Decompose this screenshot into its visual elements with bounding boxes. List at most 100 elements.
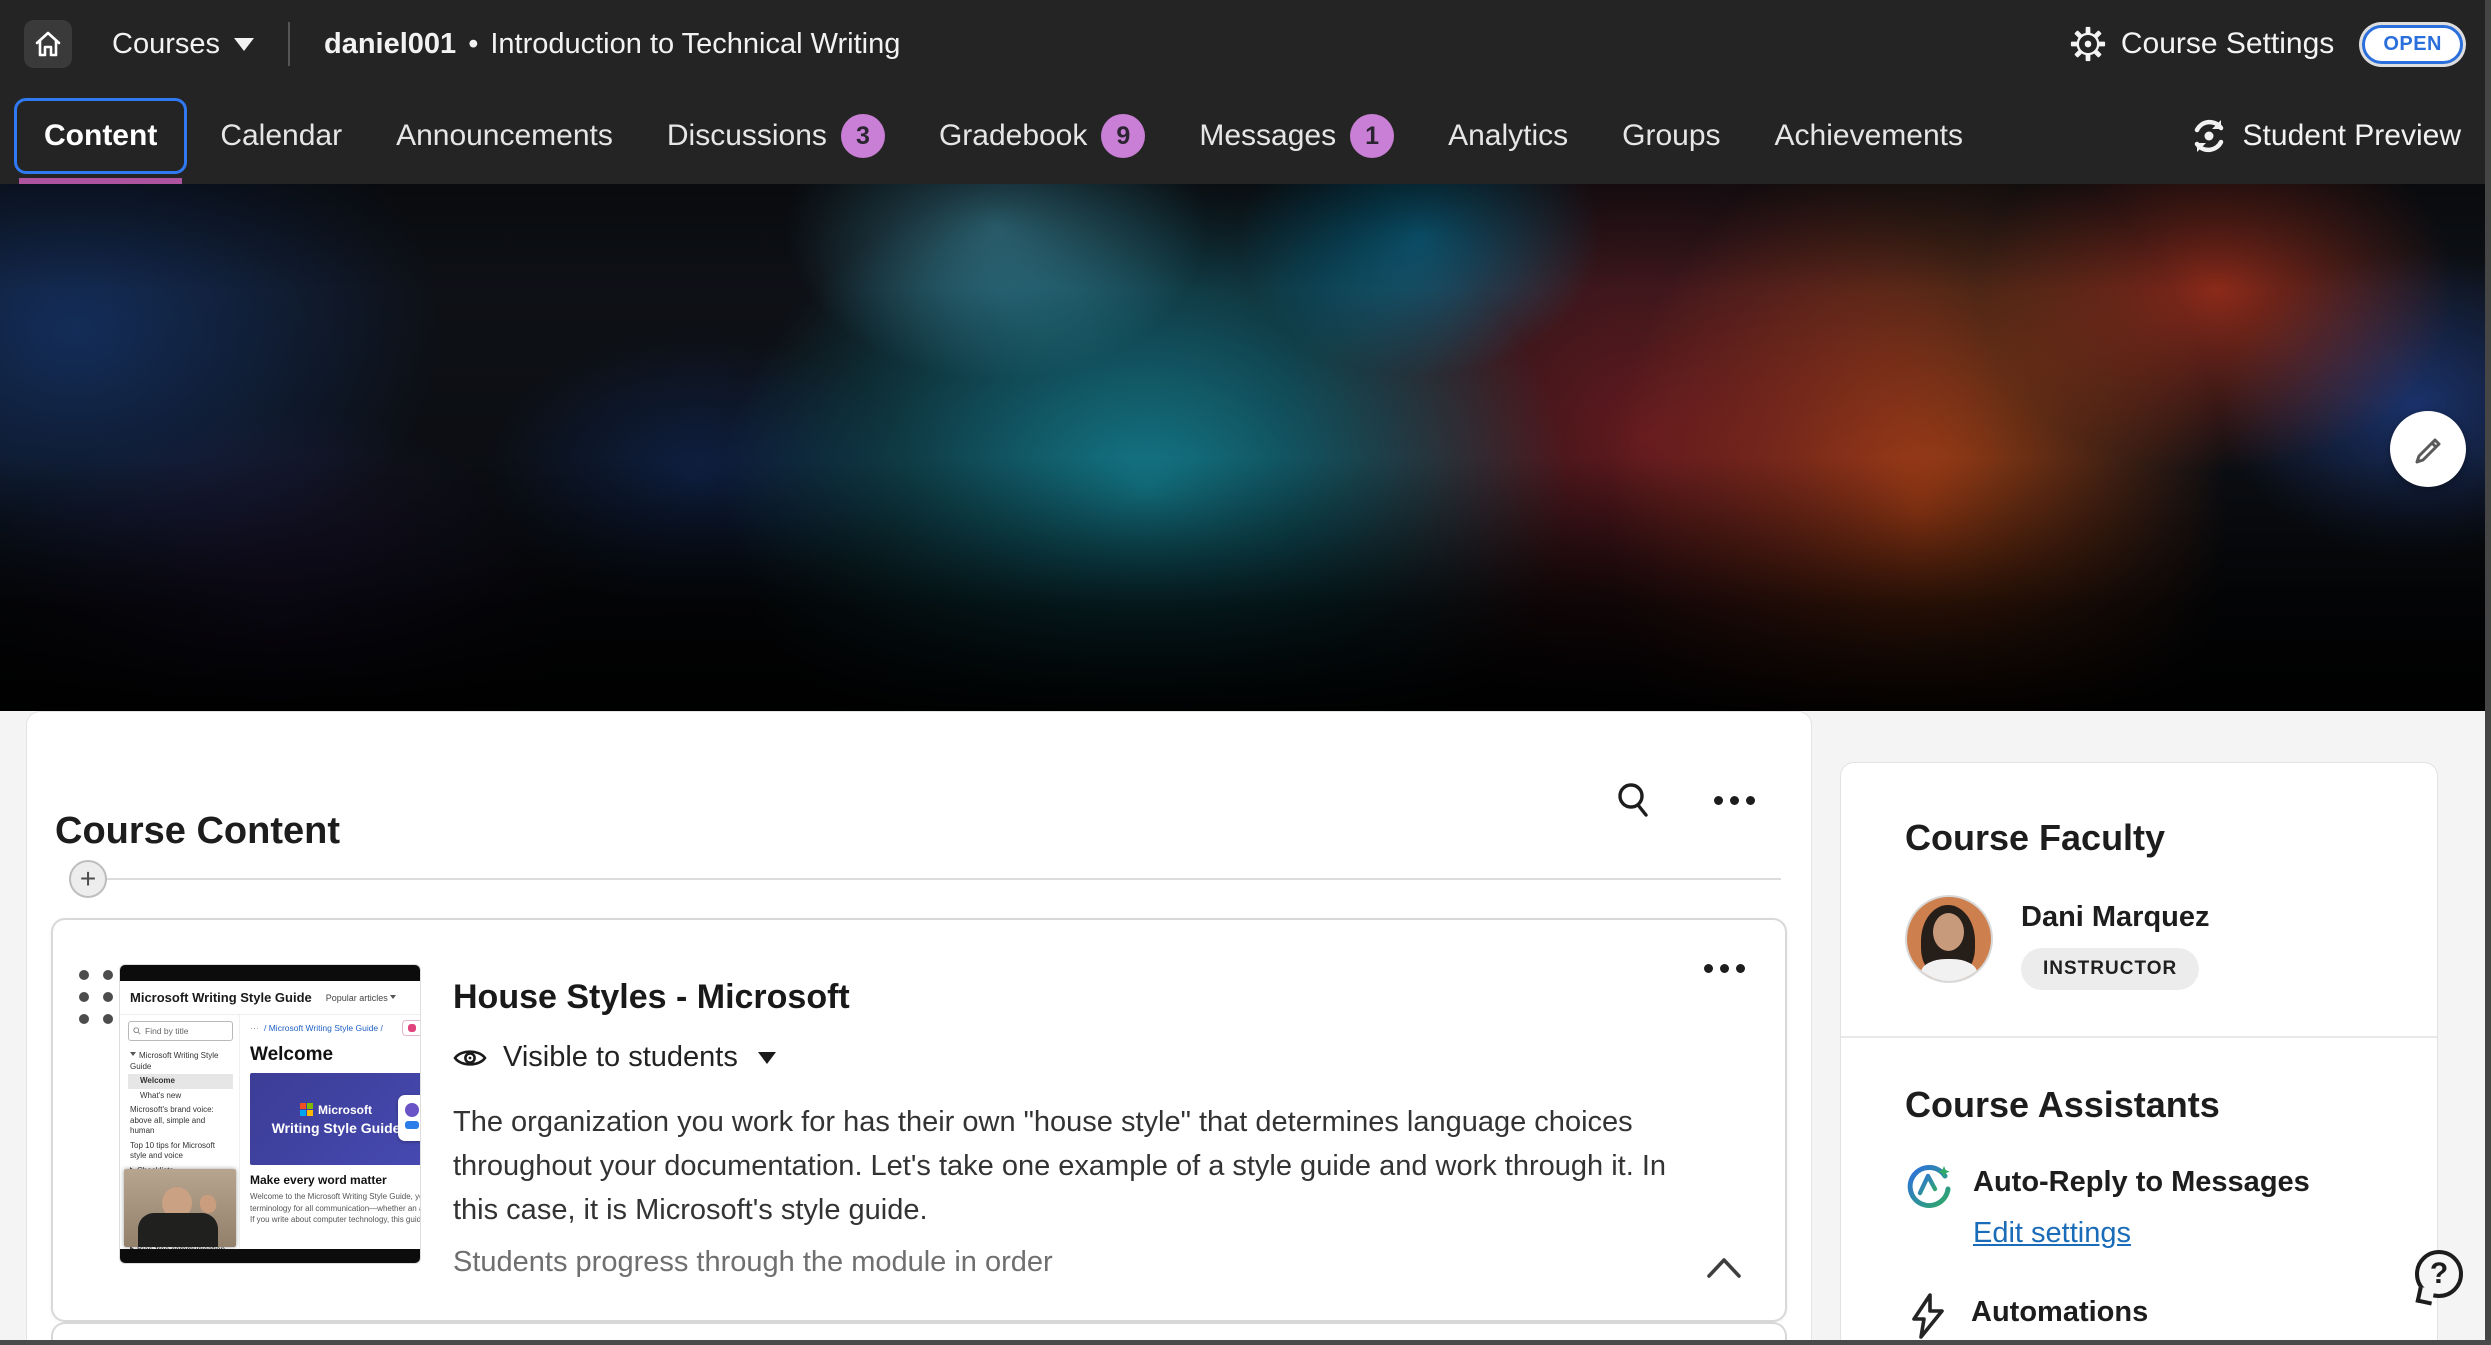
tab-content-label: Content <box>44 119 157 153</box>
breadcrumb-course-code: daniel001 <box>324 28 456 61</box>
tab-groups[interactable]: Groups <box>1595 101 1747 171</box>
faculty-name: Dani Marquez <box>2021 901 2210 934</box>
auto-reply-edit-settings-link[interactable]: Edit settings <box>1973 1217 2131 1249</box>
module-thumbnail[interactable]: Microsoft Writing Style Guide Popular ar… <box>119 964 421 1264</box>
course-settings-button[interactable]: Course Settings <box>2069 25 2334 63</box>
module-title[interactable]: House Styles - Microsoft <box>453 978 1713 1017</box>
pencil-icon <box>2409 430 2447 468</box>
content-toolbar <box>1612 778 1755 822</box>
chevron-up-icon <box>1703 1255 1745 1281</box>
messages-count-badge: 1 <box>1350 114 1394 158</box>
topbar-right-group: Course Settings OPEN <box>2069 25 2491 64</box>
student-preview-button[interactable]: Student Preview <box>2189 116 2491 156</box>
lightning-icon <box>1905 1292 1951 1340</box>
thumb-section-heading: Make every word matter <box>250 1173 420 1187</box>
content-divider <box>87 878 1781 880</box>
thumb-site-title: Microsoft Writing Style Guide <box>130 990 312 1005</box>
faculty-role-badge: INSTRUCTOR <box>2021 948 2199 990</box>
thumb-body-line: If you write about computer technology, … <box>250 1214 420 1226</box>
add-content-button[interactable]: + <box>69 860 107 898</box>
ellipsis-icon <box>1704 964 1713 973</box>
visibility-dropdown[interactable]: Visible to students <box>453 1041 1713 1074</box>
thumb-banner-title: Writing Style Guide <box>272 1120 401 1136</box>
thumb-ask-button: Ask Lea <box>402 1020 420 1036</box>
window-edge-right <box>2485 0 2491 1345</box>
courses-label: Courses <box>112 28 220 61</box>
tab-gradebook-label: Gradebook <box>939 119 1087 153</box>
courses-menu-button[interactable]: Courses <box>112 28 254 61</box>
module-collapse-button[interactable] <box>1703 1255 1745 1286</box>
tab-groups-label: Groups <box>1622 119 1720 153</box>
microsoft-logo-icon <box>300 1103 313 1116</box>
content-more-button[interactable] <box>1714 796 1755 805</box>
tab-messages[interactable]: Messages 1 <box>1172 101 1421 171</box>
panel-divider <box>1841 1036 2437 1038</box>
assistant-auto-reply: Auto-Reply to Messages Edit settings <box>1905 1162 2397 1250</box>
course-content-panel: Course Content + Microsoft <box>26 711 1812 1345</box>
window-edge-bottom <box>0 1340 2491 1345</box>
tab-announcements[interactable]: Announcements <box>369 101 640 171</box>
module-card: Microsoft Writing Style Guide Popular ar… <box>51 918 1787 1322</box>
help-button[interactable]: ? <box>2415 1250 2471 1306</box>
visibility-label: Visible to students <box>503 1041 738 1074</box>
help-bubble-tail <box>2416 1287 2435 1306</box>
drag-handle[interactable] <box>79 970 113 1024</box>
chevron-down-icon <box>758 1052 776 1064</box>
eye-icon <box>453 1046 487 1070</box>
thumb-page-heading: Welcome <box>250 1044 420 1066</box>
gear-icon <box>2069 25 2107 63</box>
tab-achievements-label: Achievements <box>1775 119 1963 153</box>
tab-calendar[interactable]: Calendar <box>193 101 369 171</box>
app-window: Courses daniel001 • Introduction to Tech… <box>0 0 2491 1345</box>
tab-messages-label: Messages <box>1199 119 1336 153</box>
thumb-search-icon <box>133 1027 141 1035</box>
ai-assistant-icon <box>1905 1162 1953 1210</box>
home-button[interactable] <box>24 20 72 68</box>
content-heading: Course Content <box>55 810 340 853</box>
tab-analytics[interactable]: Analytics <box>1421 101 1595 171</box>
thumb-webcam-overlay <box>124 1169 236 1247</box>
ellipsis-icon <box>1714 796 1723 805</box>
breadcrumb-course-title: Introduction to Technical Writing <box>490 28 900 61</box>
module-description: The organization you work for has their … <box>453 1100 1698 1232</box>
module-info: House Styles - Microsoft Visible to stud… <box>453 964 1713 1279</box>
top-bar: Courses daniel001 • Introduction to Tech… <box>0 0 2491 88</box>
thumb-crumb-dots: ··· <box>250 1023 259 1033</box>
thumb-body-line: terminology for all communication—whethe… <box>250 1203 420 1215</box>
thumb-menu: Popular articles <box>326 993 400 1003</box>
thumb-bottom-bar <box>120 1249 420 1263</box>
tab-announcements-label: Announcements <box>396 119 613 153</box>
search-button[interactable] <box>1612 778 1656 822</box>
tab-achievements[interactable]: Achievements <box>1748 101 1990 171</box>
gradebook-count-badge: 9 <box>1101 114 1145 158</box>
thumb-breadcrumb-row: ··· / Microsoft Writing Style Guide / As… <box>250 1020 420 1036</box>
student-preview-label: Student Preview <box>2243 119 2461 153</box>
course-open-badge[interactable]: OPEN <box>2362 25 2463 64</box>
course-hero-banner: daniel001 Introduction to Technical Writ… <box>0 184 2491 711</box>
tab-content[interactable]: Content <box>14 98 187 174</box>
auto-reply-label: Auto-Reply to Messages <box>1973 1166 2310 1199</box>
thumb-ask-icon <box>408 1024 416 1032</box>
student-preview-icon <box>2189 116 2229 156</box>
thumb-main: ··· / Microsoft Writing Style Guide / As… <box>240 1015 420 1249</box>
question-mark-glyph: ? <box>2430 1257 2448 1291</box>
assistants-heading: Course Assistants <box>1905 1084 2397 1126</box>
thumb-copilot-icon <box>398 1095 420 1141</box>
home-icon <box>34 30 62 58</box>
tab-discussions[interactable]: Discussions 3 <box>640 101 912 171</box>
edit-banner-button[interactable] <box>2390 411 2466 487</box>
course-nav: Content Calendar Announcements Discussio… <box>0 88 2491 184</box>
topbar-divider <box>288 22 290 66</box>
tab-gradebook[interactable]: Gradebook 9 <box>912 101 1172 171</box>
avatar <box>1905 895 1993 983</box>
breadcrumb-separator: • <box>468 28 478 61</box>
thumb-breadcrumb: / Microsoft Writing Style Guide / <box>264 1023 383 1033</box>
assistant-automations: Automations Edit settings <box>1905 1292 2397 1345</box>
faculty-heading: Course Faculty <box>1905 817 2397 859</box>
tab-analytics-label: Analytics <box>1448 119 1568 153</box>
module-progress-note: Students progress through the module in … <box>453 1246 1713 1279</box>
tab-discussions-label: Discussions <box>667 119 827 153</box>
thumb-banner: Microsoft Writing Style Guide <box>250 1073 420 1165</box>
module-more-button[interactable] <box>1704 964 1745 973</box>
thumb-site-header: Microsoft Writing Style Guide Popular ar… <box>120 981 420 1015</box>
